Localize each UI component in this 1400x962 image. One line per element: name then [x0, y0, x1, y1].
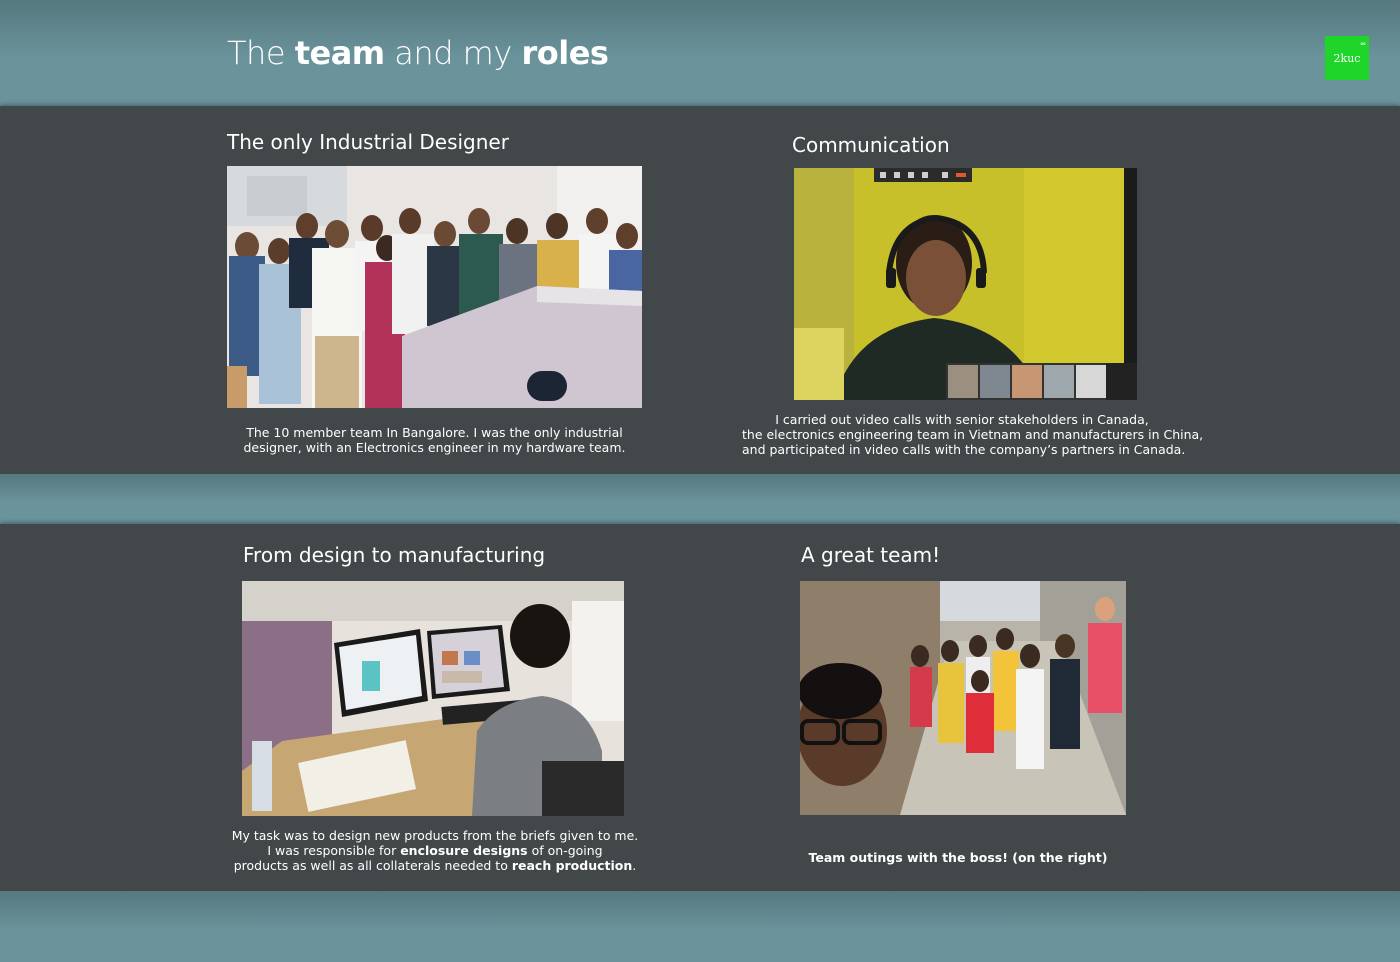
- caption-text: of on-going: [527, 843, 603, 858]
- section-title-great-team: A great team!: [801, 543, 941, 567]
- workstation-photo: [242, 581, 624, 816]
- divider-band: [0, 474, 1400, 524]
- section-title-industrial-designer: The only Industrial Designer: [227, 130, 509, 154]
- caption-communication: I carried out video calls with senior st…: [742, 412, 1204, 457]
- footer-band: [0, 891, 1400, 962]
- caption-bold-enclosure-designs: enclosure designs: [400, 843, 528, 858]
- logo-dots: °°: [1360, 42, 1366, 50]
- video-call-screenshot: [794, 168, 1137, 400]
- page-title-text: The: [227, 34, 295, 72]
- caption-line: I was responsible for enclosure designs …: [230, 843, 640, 858]
- caption-great-team: Team outings with the boss! (on the righ…: [800, 850, 1116, 865]
- caption-line: Team outings with the boss! (on the righ…: [808, 850, 1108, 865]
- caption-industrial-designer: The 10 member team In Bangalore. I was t…: [227, 425, 642, 455]
- content-panel-top: [0, 106, 1400, 474]
- caption-text: products as well as all collaterals need…: [233, 858, 512, 873]
- team-office-photo: [227, 166, 642, 408]
- team-outing-photo: [800, 581, 1126, 815]
- caption-bold-reach-production: reach production: [511, 858, 633, 873]
- logo-text: 2kuc: [1333, 51, 1361, 65]
- caption-line: the electronics engineering team in Viet…: [742, 427, 1204, 442]
- caption-line: My task was to design new products from …: [231, 828, 639, 843]
- page-title-bold-roles: roles: [521, 34, 609, 72]
- page-title-bold-team: team: [294, 34, 385, 72]
- caption-line: products as well as all collaterals need…: [230, 858, 640, 873]
- caption-line: and participated in video calls with the…: [742, 442, 1186, 457]
- brand-logo: 2kuc °°: [1325, 36, 1369, 80]
- caption-text: .: [632, 858, 637, 873]
- page-title-text-2: and my: [384, 34, 522, 72]
- caption-text: I was responsible for: [267, 843, 401, 858]
- caption-design-to-manufacturing: My task was to design new products from …: [230, 828, 640, 873]
- section-title-communication: Communication: [792, 133, 950, 157]
- page-title: The team and my roles: [227, 34, 609, 72]
- caption-line: I carried out video calls with senior st…: [775, 412, 1149, 427]
- content-panel-bottom: [0, 524, 1400, 891]
- caption-line: designer, with an Electronics engineer i…: [243, 440, 626, 455]
- header-band: [0, 0, 1400, 106]
- section-title-design-to-manufacturing: From design to manufacturing: [243, 543, 546, 567]
- caption-line: The 10 member team In Bangalore. I was t…: [246, 425, 623, 440]
